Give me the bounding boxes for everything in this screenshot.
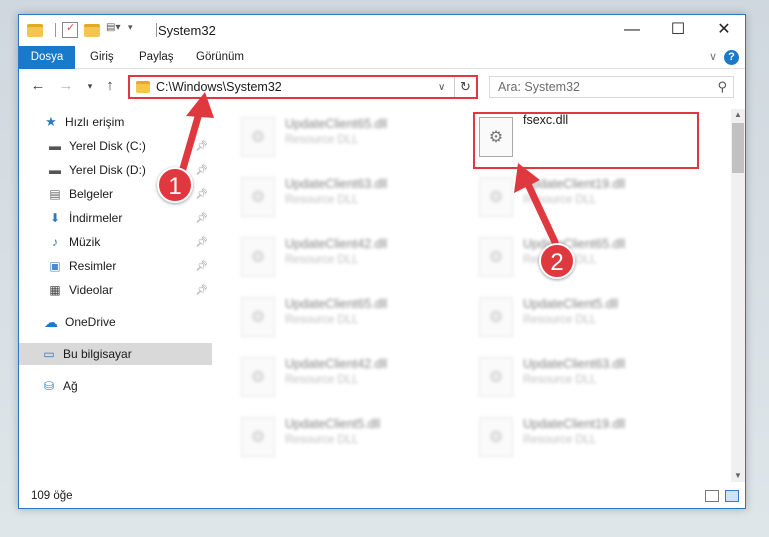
annotation-arrows — [178, 92, 559, 246]
arrow-2-shaft — [523, 178, 559, 246]
arrow-1-head — [186, 92, 214, 118]
arrow-1-shaft — [178, 106, 204, 176]
callout-2-badge: 2 — [539, 243, 575, 279]
callout-1-badge: 1 — [157, 167, 193, 203]
